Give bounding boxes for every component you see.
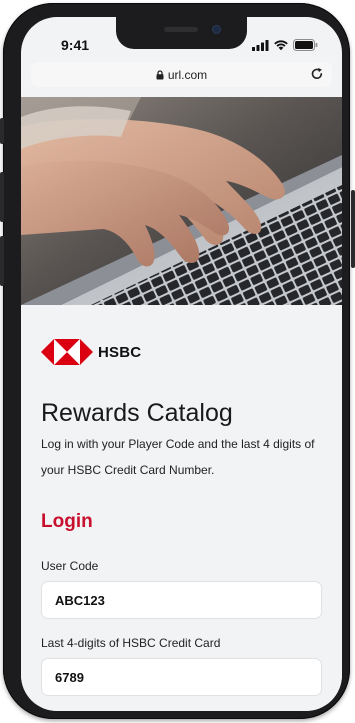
- battery-icon: [293, 39, 318, 51]
- volume-down-button: [0, 236, 4, 286]
- user-code-input[interactable]: [41, 581, 322, 619]
- volume-up-button: [0, 172, 4, 222]
- hsbc-hexagon-icon: [41, 339, 93, 365]
- card-digits-label: Last 4-digits of HSBC Credit Card: [41, 636, 221, 650]
- hero-image-laptop-typing: [21, 97, 342, 305]
- wifi-icon: [274, 40, 288, 51]
- reload-icon[interactable]: [310, 67, 324, 81]
- page-subtitle: Log in with your Player Code and the las…: [41, 437, 315, 477]
- power-button: [351, 190, 355, 268]
- url-bar[interactable]: url.com: [31, 62, 332, 87]
- hsbc-logo: HSBC: [41, 339, 141, 365]
- status-icons: [252, 39, 318, 51]
- phone-screen: 9:41 url.com HSBC Rewards Catalog Log in…: [21, 17, 342, 711]
- login-heading: Login: [41, 511, 93, 532]
- url-display: url.com: [31, 68, 332, 82]
- login-content: HSBC Rewards Catalog Log in with your Pl…: [21, 305, 342, 711]
- phone-frame: 9:41 url.com HSBC Rewards Catalog Log in…: [3, 3, 350, 719]
- notch: [116, 17, 247, 49]
- signal-icon: [252, 39, 269, 51]
- lock-icon: [156, 70, 164, 80]
- page-title: Rewards Catalog: [41, 399, 233, 427]
- card-digits-input[interactable]: [41, 658, 322, 696]
- front-camera: [212, 25, 221, 34]
- speaker-grille: [164, 27, 198, 32]
- status-time: 9:41: [61, 37, 90, 53]
- logo-text: HSBC: [98, 343, 142, 361]
- user-code-label: User Code: [41, 559, 99, 573]
- mute-switch: [0, 118, 4, 144]
- url-text: url.com: [167, 68, 208, 82]
